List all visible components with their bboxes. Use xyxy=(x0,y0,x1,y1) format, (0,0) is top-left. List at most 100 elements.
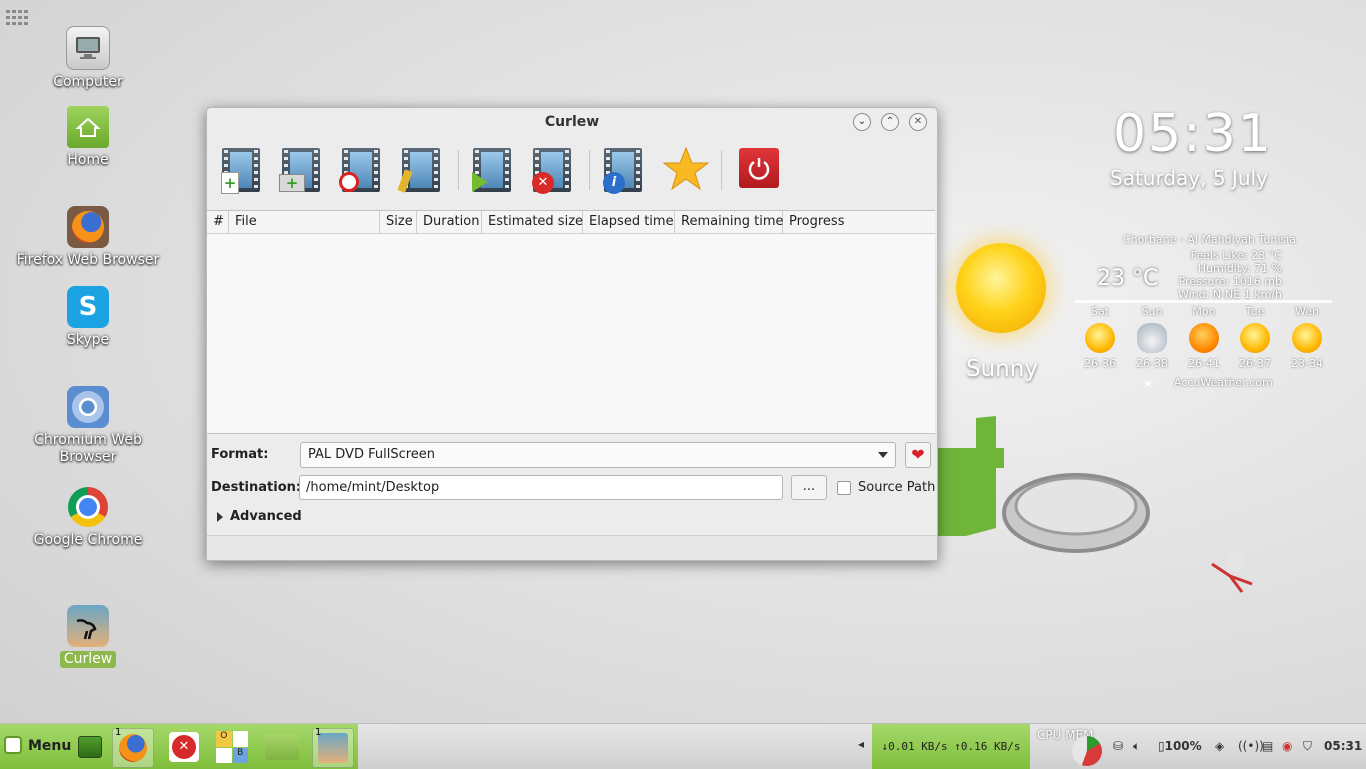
destination-input[interactable]: /home/mint/Desktop xyxy=(299,475,783,500)
forecast-range: 23-34 xyxy=(1291,357,1323,370)
apps-grid-icon[interactable] xyxy=(6,10,28,26)
firefox-icon xyxy=(119,734,147,762)
desktop-icon xyxy=(78,736,102,758)
taskbar-files[interactable] xyxy=(262,728,302,766)
update-icon[interactable]: ◉ xyxy=(1282,739,1292,753)
favorites-button[interactable] xyxy=(662,146,710,196)
file-info-button[interactable]: i xyxy=(601,146,645,196)
desktop-icon-chromium[interactable]: Chromium Web Browser xyxy=(13,386,163,466)
toolbar-separator xyxy=(589,150,590,190)
forecast-range: 26-41 xyxy=(1188,357,1220,370)
file-table[interactable]: # File Size Duration Estimated size Elap… xyxy=(207,210,935,434)
favorite-format-button[interactable]: ❤ xyxy=(905,442,931,468)
forecast-day-label: Sun xyxy=(1141,305,1163,318)
dropbox-icon[interactable]: ◈ xyxy=(1215,739,1224,753)
accuweather-sun-icon: ☀ xyxy=(1142,377,1155,393)
panel-clock[interactable]: 05:31 xyxy=(1324,739,1362,753)
fairy-wallpaper-figure xyxy=(1211,552,1253,593)
desktop-icon-skype[interactable]: S Skype xyxy=(13,286,163,349)
weather-temperature: 23 °C xyxy=(1097,266,1159,291)
desktop-icon-computer[interactable]: Computer xyxy=(13,26,163,91)
forecast-day: Sun 26-38 xyxy=(1132,305,1172,370)
forecast-range: 26-37 xyxy=(1239,357,1271,370)
battery-percent: 100% xyxy=(1164,739,1202,753)
source-path-checkbox[interactable] xyxy=(837,481,851,495)
chrome-icon xyxy=(67,486,109,528)
desktop-icon-label: Skype xyxy=(66,332,110,348)
status-bar xyxy=(207,535,937,560)
format-value: PAL DVD FullScreen xyxy=(308,447,436,462)
column-header[interactable]: Size xyxy=(380,211,417,233)
network-speed-applet[interactable]: ↓0.01 KB/s ↑0.16 KB/s xyxy=(872,724,1030,769)
desktop-icon-label: Chromium Web Browser xyxy=(34,432,142,465)
taskbar-libreoffice[interactable]: OB xyxy=(212,728,252,766)
sun-icon xyxy=(1292,323,1322,353)
desktop-icon-home[interactable]: Home xyxy=(13,106,163,169)
minimize-button[interactable]: ⌄ xyxy=(853,113,871,131)
network-icon[interactable]: ⛁ xyxy=(1113,739,1123,753)
format-select[interactable]: PAL DVD FullScreen xyxy=(300,442,896,468)
window-titlebar[interactable]: Curlew ⌄ ⌃ ✕ xyxy=(207,108,937,136)
add-folder-button[interactable]: + xyxy=(279,146,323,196)
forecast-day: Mon 26-41 xyxy=(1184,305,1224,370)
maximize-button[interactable]: ⌃ xyxy=(881,113,899,131)
taskbar-curlew[interactable]: 1 xyxy=(312,727,354,768)
toolbar: + + ✕ i xyxy=(207,136,937,200)
remove-file-button[interactable] xyxy=(339,146,383,196)
format-label: Format: xyxy=(211,447,269,462)
desktop-icon-google-chrome[interactable]: Google Chrome xyxy=(13,486,163,549)
battery-indicator[interactable]: ▯100% xyxy=(1158,739,1202,753)
forecast-day: Tue 26-37 xyxy=(1235,305,1275,370)
source-path-label[interactable]: Source Path xyxy=(858,480,935,495)
bottom-panel: Menu 1 ✕ OB 1 ◂ ↓0.01 KB/s ↑0.16 KB/s CP… xyxy=(0,723,1366,769)
forecast-day-label: Mon xyxy=(1192,305,1216,318)
destination-label: Destination: xyxy=(211,480,302,495)
column-header[interactable]: Estimated size xyxy=(482,211,583,233)
weather-feels-like: Feels Like: 23 °C xyxy=(1190,249,1282,262)
menu-label: Menu xyxy=(28,738,72,754)
sun-icon xyxy=(1085,323,1115,353)
show-desktop-button[interactable] xyxy=(70,728,110,766)
red-x-icon: ✕ xyxy=(169,732,199,762)
column-header[interactable]: Remaining time xyxy=(675,211,784,233)
forecast-day-label: Wen xyxy=(1295,305,1319,318)
collapse-arrow-icon[interactable]: ◂ xyxy=(858,737,864,751)
forecast-day: Wen 23-34 xyxy=(1287,305,1327,370)
column-header[interactable]: # xyxy=(207,211,229,233)
column-header[interactable]: Elapsed time xyxy=(583,211,675,233)
shield-icon[interactable]: ⛉ xyxy=(1303,739,1312,754)
printer-icon[interactable]: ▤ xyxy=(1262,739,1273,753)
clear-list-button[interactable] xyxy=(397,146,443,196)
menu-button[interactable]: Menu xyxy=(4,736,71,754)
computer-icon xyxy=(66,26,110,70)
weather-source-link[interactable]: AccuWeather.com xyxy=(1174,376,1273,389)
desklet-clock-date: Saturday, 5 July xyxy=(1110,166,1268,190)
desktop-icon-firefox[interactable]: Firefox Web Browser xyxy=(13,206,163,269)
hot-sun-icon xyxy=(1189,323,1219,353)
desktop-icon-label: Curlew xyxy=(59,651,117,668)
add-file-button[interactable]: + xyxy=(219,146,263,196)
taskbar-firefox[interactable]: 1 xyxy=(112,727,154,768)
memory-pie-icon xyxy=(1072,736,1102,766)
taskbar-launcher-x[interactable]: ✕ xyxy=(164,728,204,766)
quit-button[interactable] xyxy=(737,146,781,196)
weather-pressure: Pressure: 1016 mb xyxy=(1178,275,1282,288)
advanced-expander[interactable]: Advanced xyxy=(230,509,302,524)
stop-button[interactable]: ✕ xyxy=(530,146,574,196)
browse-button[interactable]: ... xyxy=(791,475,827,500)
table-header: # File Size Duration Estimated size Elap… xyxy=(207,211,935,234)
column-header[interactable]: Duration xyxy=(417,211,482,233)
weather-humidity: Humidity: 71 % xyxy=(1197,262,1282,275)
volume-icon[interactable]: 🔈︎ xyxy=(1133,739,1140,754)
desktop-icon-curlew[interactable]: Curlew xyxy=(13,605,163,668)
battery-icon: ▯ xyxy=(1158,739,1165,753)
column-header[interactable]: Progress xyxy=(783,211,935,233)
destination-value: /home/mint/Desktop xyxy=(306,480,440,495)
column-header[interactable]: File xyxy=(229,211,380,233)
forecast-day-label: Tue xyxy=(1245,305,1265,318)
close-button[interactable]: ✕ xyxy=(909,113,927,131)
forecast-range: 26-36 xyxy=(1084,357,1116,370)
convert-button[interactable] xyxy=(470,146,514,196)
wifi-icon[interactable]: ((•)) xyxy=(1238,739,1264,753)
expander-arrow-icon[interactable] xyxy=(217,512,223,522)
